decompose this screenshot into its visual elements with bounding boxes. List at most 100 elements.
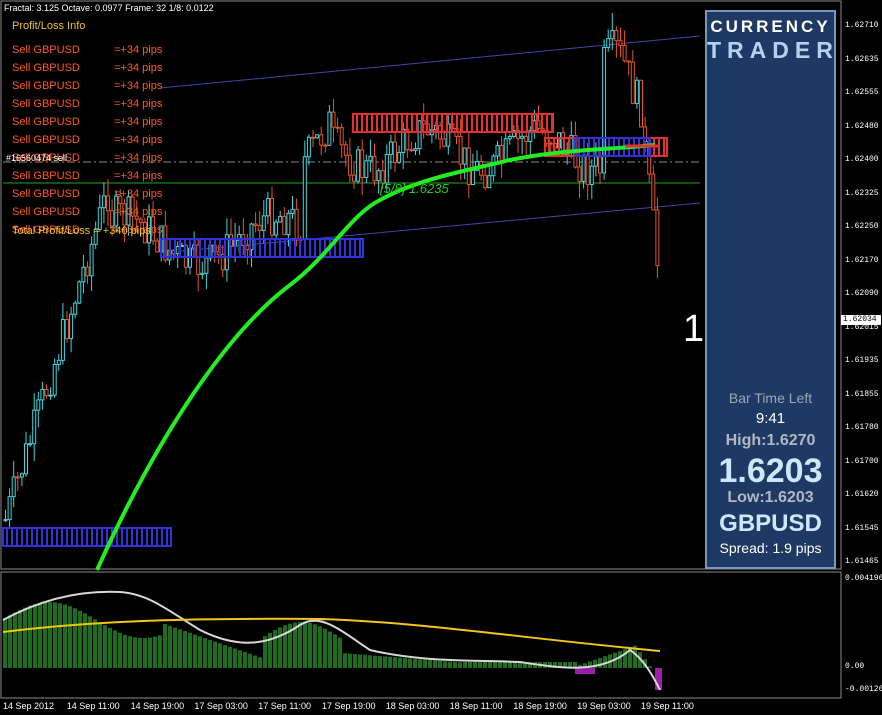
candle-body (335, 126, 340, 129)
indicator-header: Fractal: 3.125 Octave: 0.0977 Frame: 32 … (4, 3, 214, 13)
candle-body (442, 138, 447, 147)
candle-body (302, 156, 307, 240)
candle-body (7, 496, 12, 521)
candle-body (630, 61, 635, 105)
candle-body (323, 144, 328, 147)
histogram-bar (38, 602, 42, 668)
time-tick: 17 Sep 03:00 (194, 701, 248, 711)
histogram-bar (463, 662, 467, 668)
histogram-bar (433, 660, 437, 668)
candle-body (200, 272, 205, 276)
candle-body (311, 136, 315, 139)
candle-body (524, 135, 529, 143)
time-tick: 19 Sep 03:00 (577, 701, 631, 711)
candle-body (36, 399, 41, 411)
price-tick: 1.62635 (845, 54, 879, 64)
histogram-bar (368, 655, 372, 668)
histogram-bar (403, 658, 407, 668)
histogram-bar (193, 634, 197, 668)
price-tick: 1.62090 (845, 289, 879, 298)
currency-trader-panel: CURRENCY TRADER Bar Time Left 9:41 High:… (705, 10, 836, 569)
price-tick: 1.61700 (845, 456, 879, 466)
histogram-bar (3, 618, 7, 668)
candle-body (397, 151, 402, 163)
trade-pips: =+34 pips (114, 188, 163, 200)
histogram-bar (103, 625, 107, 668)
time-tick: 18 Sep 19:00 (513, 701, 567, 711)
candle-body (60, 319, 65, 361)
histogram-bar (378, 656, 382, 668)
candle-body (577, 166, 582, 182)
histogram-bar (278, 627, 282, 668)
bar-time-left-value: 9:41 (755, 410, 786, 427)
candle-body (294, 208, 299, 240)
histogram-bar (18, 609, 22, 668)
histogram-bar (208, 639, 212, 668)
candle-body (339, 127, 344, 146)
candle-body (15, 476, 20, 479)
candle-body (352, 174, 356, 182)
candle-body (28, 443, 33, 446)
histogram-bar (203, 638, 207, 668)
histogram-bar (328, 631, 332, 668)
candle-body (77, 281, 82, 304)
histogram-bar (493, 662, 497, 668)
indicator-tick: 0.00 (845, 662, 865, 671)
histogram-bar (303, 622, 307, 668)
candle-body (347, 154, 352, 176)
candle-body (290, 208, 295, 214)
histogram-bar (13, 612, 17, 668)
histogram-bar (388, 656, 392, 668)
candle-body (470, 169, 475, 186)
histogram-bar (483, 662, 487, 668)
histogram-bar (363, 654, 367, 668)
histogram-bar (413, 658, 417, 668)
candle-body (606, 38, 611, 48)
histogram-bar (148, 637, 152, 668)
histogram-bar (218, 643, 222, 668)
candle-body (315, 134, 320, 139)
candle-body (634, 79, 639, 105)
histogram-bar (238, 650, 242, 668)
candle-body (24, 443, 28, 475)
histogram-bar (73, 608, 77, 668)
candle-body (44, 388, 49, 397)
resistance-box (352, 113, 554, 133)
histogram-bar (488, 662, 492, 668)
candle-body (507, 135, 512, 140)
candle-body (331, 111, 336, 128)
candle-body (413, 148, 418, 151)
histogram-bar (333, 634, 337, 668)
histogram-bar (283, 625, 287, 668)
current-price-tag: 1.62034 (841, 315, 881, 325)
candle-body (274, 221, 279, 236)
candle-body (639, 79, 643, 128)
candle-body (651, 173, 656, 211)
histogram-bar (373, 655, 377, 668)
candle-body (360, 149, 365, 179)
trade-label: Sell GBPUSD (12, 116, 80, 128)
candle-body (598, 156, 602, 174)
candle-body (593, 156, 598, 167)
order-label: #16560474 sell (6, 153, 68, 163)
support-box (2, 527, 172, 547)
histogram-bar (43, 602, 47, 668)
candle-body (495, 144, 500, 157)
candle-body (466, 147, 471, 186)
candle-body (40, 388, 45, 401)
candle-body (101, 195, 106, 209)
histogram-bar (188, 632, 192, 668)
candle-body (286, 212, 291, 236)
candle-body (585, 154, 590, 186)
trade-pips: =+34 pips (114, 170, 163, 182)
candle-body (11, 476, 16, 498)
candle-body (622, 45, 627, 62)
histogram-bar (358, 654, 362, 668)
candle-body (257, 224, 262, 231)
histogram-bar-negative (575, 668, 595, 674)
trade-pips: =+34 pips (114, 152, 163, 164)
histogram-bar (178, 629, 182, 668)
price-tick: 1.61935 (845, 356, 879, 365)
candle-body (368, 155, 373, 162)
histogram-bar (248, 653, 252, 668)
